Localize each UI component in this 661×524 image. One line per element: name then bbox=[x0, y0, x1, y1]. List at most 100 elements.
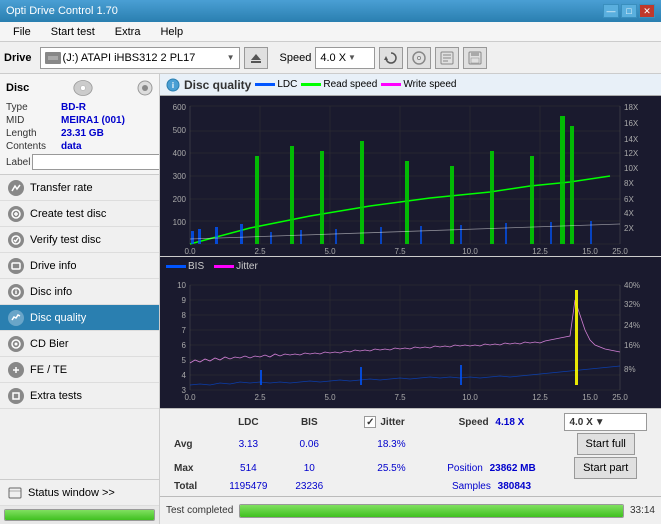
drive-info-icon bbox=[8, 258, 24, 274]
sidebar-progress-bar-outer bbox=[4, 509, 155, 521]
drive-icon bbox=[45, 52, 61, 64]
max-bis: 10 bbox=[282, 456, 336, 480]
start-full-button[interactable]: Start full bbox=[577, 433, 635, 455]
total-row: Total 1195479 23236 Samples 380843 bbox=[166, 480, 655, 493]
speed-value: 4.0 X bbox=[320, 52, 346, 64]
close-button[interactable]: ✕ bbox=[639, 4, 655, 18]
disc-mid-value: MEIRA1 (001) bbox=[61, 115, 125, 126]
legend-bis-label: BIS bbox=[188, 261, 204, 272]
status-window-button[interactable]: Status window >> bbox=[0, 480, 159, 506]
menu-extra[interactable]: Extra bbox=[106, 23, 150, 41]
jitter-label: Jitter bbox=[380, 417, 404, 428]
sidebar-item-label: Disc info bbox=[30, 286, 72, 298]
maximize-button[interactable]: □ bbox=[621, 4, 637, 18]
max-row: Max 514 10 25.5% Position 23862 MB Start… bbox=[166, 456, 655, 480]
start-part-button[interactable]: Start part bbox=[574, 457, 637, 479]
disc-contents-field: Contents data bbox=[6, 141, 153, 152]
sidebar-item-disc-info[interactable]: Disc info bbox=[0, 279, 159, 305]
toolbar: Drive (J:) ATAPI iHBS312 2 PL17 ▼ Speed … bbox=[0, 42, 661, 74]
svg-text:7: 7 bbox=[182, 326, 187, 335]
stat-col-speed: Speed 4.18 X bbox=[427, 412, 557, 432]
disc-mid-field: MID MEIRA1 (001) bbox=[6, 115, 153, 126]
svg-text:600: 600 bbox=[173, 103, 187, 112]
jitter-checkbox[interactable]: ✓ bbox=[364, 416, 376, 428]
legend-read-speed-color bbox=[301, 83, 321, 86]
sidebar-item-disc-quality[interactable]: Disc quality bbox=[0, 305, 159, 331]
disc-quality-icon bbox=[8, 310, 24, 326]
start-part-btn-cell: Start part bbox=[556, 456, 655, 480]
avg-label: Avg bbox=[166, 432, 215, 456]
svg-text:24%: 24% bbox=[624, 321, 640, 330]
menu-file[interactable]: File bbox=[4, 23, 40, 41]
total-bis: 23236 bbox=[282, 480, 336, 493]
svg-text:0.0: 0.0 bbox=[184, 247, 196, 256]
svg-text:0.0: 0.0 bbox=[184, 393, 196, 402]
svg-text:5.0: 5.0 bbox=[324, 393, 336, 402]
position-label: Position bbox=[447, 463, 483, 474]
main-layout: Disc Type BD-R MID MEIRA1 (001) bbox=[0, 74, 661, 524]
status-window-icon bbox=[8, 486, 22, 500]
jitter-row: ✓ Jitter bbox=[364, 416, 418, 428]
minimize-button[interactable]: — bbox=[603, 4, 619, 18]
save-button[interactable] bbox=[463, 47, 487, 69]
sidebar-item-label: Disc quality bbox=[30, 312, 86, 324]
disc-type-field: Type BD-R bbox=[6, 102, 153, 113]
menu-help[interactable]: Help bbox=[151, 23, 192, 41]
disc-button[interactable] bbox=[407, 47, 431, 69]
svg-text:5.0: 5.0 bbox=[324, 247, 336, 256]
drive-selector[interactable]: (J:) ATAPI iHBS312 2 PL17 ▼ bbox=[40, 47, 240, 69]
settings-button[interactable] bbox=[435, 47, 459, 69]
total-ldc: 1195479 bbox=[215, 480, 282, 493]
disc-panel-icon bbox=[73, 78, 93, 98]
avg-speed-value: 4.18 X bbox=[495, 417, 524, 428]
legend-write-speed: Write speed bbox=[381, 79, 456, 90]
sidebar-item-transfer-rate[interactable]: Transfer rate bbox=[0, 175, 159, 201]
legend-jitter: Jitter bbox=[214, 261, 258, 272]
disc-type-value: BD-R bbox=[61, 102, 86, 113]
svg-text:2.5: 2.5 bbox=[254, 393, 266, 402]
chart-header: i Disc quality LDC Read speed Write spee… bbox=[160, 74, 661, 96]
menu-start-test[interactable]: Start test bbox=[42, 23, 104, 41]
sidebar-item-cd-bier[interactable]: CD Bier bbox=[0, 331, 159, 357]
disc-settings-icon[interactable] bbox=[137, 80, 153, 96]
label-input[interactable] bbox=[32, 154, 160, 170]
stat-col-bis: BIS bbox=[282, 412, 336, 432]
fe-te-icon bbox=[8, 362, 24, 378]
sidebar-item-label: Verify test disc bbox=[30, 234, 101, 246]
sidebar-item-drive-info[interactable]: Drive info bbox=[0, 253, 159, 279]
disc-panel: Disc Type BD-R MID MEIRA1 (001) bbox=[0, 74, 159, 175]
refresh-button[interactable] bbox=[379, 47, 403, 69]
disc-panel-header: Disc bbox=[6, 78, 153, 98]
sidebar-item-extra-tests[interactable]: Extra tests bbox=[0, 383, 159, 409]
position-value: 23862 MB bbox=[490, 463, 536, 474]
eject-button[interactable] bbox=[244, 47, 268, 69]
window-controls: — □ ✕ bbox=[603, 4, 655, 18]
chart-header-icon: i bbox=[166, 78, 180, 92]
bottom-progress-bar-outer bbox=[239, 504, 624, 518]
stat-col-speed-set: 4.0 X ▼ bbox=[556, 412, 655, 432]
sidebar-item-verify-test-disc[interactable]: Verify test disc bbox=[0, 227, 159, 253]
sidebar-item-create-test-disc[interactable]: Create test disc bbox=[0, 201, 159, 227]
max-jitter: 25.5% bbox=[356, 456, 426, 480]
sidebar-item-label: Drive info bbox=[30, 260, 76, 272]
svg-text:6X: 6X bbox=[624, 195, 634, 204]
svg-text:2.5: 2.5 bbox=[254, 247, 266, 256]
svg-text:7.5: 7.5 bbox=[394, 393, 406, 402]
svg-text:i: i bbox=[172, 81, 174, 90]
svg-text:18X: 18X bbox=[624, 103, 639, 112]
disc-length-field: Length 23.31 GB bbox=[6, 128, 153, 139]
sidebar-item-fe-te[interactable]: FE / TE bbox=[0, 357, 159, 383]
speed-selector[interactable]: 4.0 X ▼ bbox=[315, 47, 375, 69]
disc-label-row: Label ✎ bbox=[6, 154, 153, 170]
svg-text:8: 8 bbox=[182, 311, 187, 320]
legend-ldc-label: LDC bbox=[277, 79, 297, 90]
legend-bis: BIS bbox=[166, 261, 204, 272]
svg-text:100: 100 bbox=[173, 218, 187, 227]
svg-text:14X: 14X bbox=[624, 135, 639, 144]
svg-text:400: 400 bbox=[173, 149, 187, 158]
stat-speed-selector[interactable]: 4.0 X ▼ bbox=[564, 413, 647, 431]
svg-text:40%: 40% bbox=[624, 281, 640, 290]
start-full-btn-cell: Start full bbox=[556, 432, 655, 456]
samples-label: Samples bbox=[452, 481, 491, 492]
speed-stat-label: Speed bbox=[459, 417, 489, 428]
